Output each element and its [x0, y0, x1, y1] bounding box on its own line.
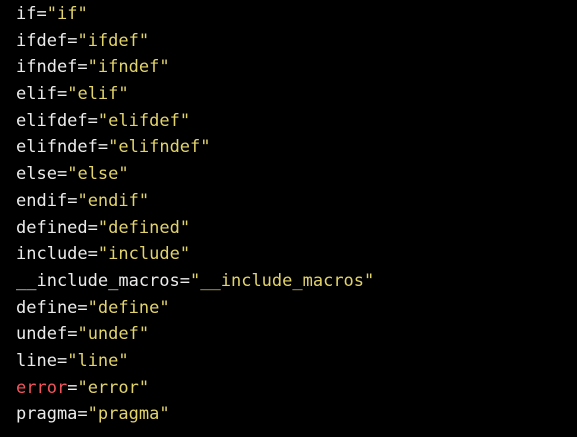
- code-key: error: [16, 377, 68, 398]
- equals-sign: =: [36, 4, 47, 24]
- code-line[interactable]: line="line": [16, 348, 577, 375]
- equals-sign: =: [77, 57, 88, 78]
- string-quote: ": [179, 244, 191, 265]
- code-key: if: [16, 4, 37, 24]
- string-quote: ": [108, 137, 119, 158]
- code-string-value: elifdef: [108, 110, 180, 131]
- string-quote: ": [97, 244, 109, 265]
- code-string-value: define: [97, 297, 160, 318]
- string-quote: ": [118, 84, 129, 105]
- code-string-value: ifdef: [87, 30, 139, 51]
- equals-sign: =: [67, 324, 78, 345]
- code-key: elifdef: [16, 110, 88, 131]
- equals-sign: =: [67, 377, 78, 398]
- code-line[interactable]: defined="defined": [16, 215, 577, 242]
- code-string-value: include: [108, 244, 180, 265]
- code-string-value: elifndef: [118, 137, 201, 158]
- code-string-value: else: [77, 164, 119, 185]
- code-string-value: ifndef: [97, 57, 160, 78]
- equals-sign: =: [87, 244, 98, 265]
- code-line[interactable]: ifdef="ifdef": [16, 28, 577, 55]
- string-quote: ": [67, 164, 78, 185]
- code-key: line: [16, 350, 57, 371]
- code-key: endif: [16, 190, 68, 211]
- string-quote: ": [87, 297, 98, 318]
- code-line[interactable]: elif="elif": [16, 81, 577, 108]
- equals-sign: =: [87, 217, 98, 238]
- code-line[interactable]: elifndef="elifndef": [16, 134, 577, 161]
- string-quote: ": [87, 404, 98, 425]
- string-quote: ": [138, 324, 150, 345]
- code-key: elif: [16, 84, 57, 105]
- code-key: else: [16, 164, 57, 185]
- string-quote: ": [97, 110, 109, 131]
- code-key: include: [16, 244, 88, 265]
- code-string-value: __include_macros: [200, 270, 365, 291]
- string-quote: ": [77, 30, 88, 51]
- code-line[interactable]: define="define": [16, 295, 577, 322]
- code-key: ifdef: [16, 30, 68, 51]
- code-line[interactable]: include="include": [16, 241, 577, 268]
- string-quote: ": [364, 270, 375, 291]
- equals-sign: =: [56, 84, 68, 105]
- code-key: define: [16, 297, 78, 318]
- equals-sign: =: [67, 190, 78, 211]
- code-string-value: line: [77, 350, 119, 371]
- equals-sign: =: [87, 110, 98, 131]
- string-quote: ": [179, 110, 191, 131]
- string-quote: ": [159, 297, 170, 318]
- code-key: undef: [16, 324, 68, 345]
- string-quote: ": [159, 404, 170, 425]
- string-quote: ": [159, 57, 170, 78]
- equals-sign: =: [56, 350, 68, 371]
- code-line[interactable]: if="if": [16, 1, 577, 28]
- string-quote: ": [77, 4, 88, 24]
- equals-sign: =: [97, 137, 109, 158]
- equals-sign: =: [179, 270, 191, 291]
- code-string-value: elif: [77, 84, 119, 105]
- code-string-value: if: [56, 4, 78, 24]
- code-key: __include_macros: [16, 270, 180, 291]
- string-quote: ": [118, 350, 129, 371]
- code-line[interactable]: pragma="pragma": [16, 401, 577, 428]
- code-string-value: undef: [87, 324, 139, 345]
- code-line[interactable]: elifdef="elifdef": [16, 108, 577, 135]
- string-quote: ": [77, 190, 88, 211]
- code-line[interactable]: endif="endif": [16, 188, 577, 215]
- code-line[interactable]: undef="undef": [16, 321, 577, 348]
- string-quote: ": [67, 350, 78, 371]
- string-quote: ": [138, 30, 150, 51]
- string-quote: ": [46, 4, 57, 24]
- string-quote: ": [190, 270, 201, 291]
- string-quote: ": [67, 84, 78, 105]
- equals-sign: =: [77, 404, 88, 425]
- code-string-value: error: [87, 377, 139, 398]
- code-key: pragma: [16, 404, 78, 425]
- string-quote: ": [77, 377, 88, 398]
- string-quote: ": [97, 217, 109, 238]
- string-quote: ": [179, 217, 191, 238]
- string-quote: ": [138, 190, 150, 211]
- code-line[interactable]: error="error": [16, 375, 577, 402]
- code-line[interactable]: __include_macros="__include_macros": [16, 268, 577, 295]
- string-quote: ": [138, 377, 150, 398]
- string-quote: ": [200, 137, 211, 158]
- code-editor[interactable]: if="if" ifdef="ifdef" ifndef="ifndef" elif=…: [0, 0, 577, 437]
- code-key: defined: [16, 217, 88, 238]
- string-quote: ": [87, 57, 98, 78]
- code-string-value: endif: [87, 190, 139, 211]
- equals-sign: =: [77, 297, 88, 318]
- code-line[interactable]: ifndef="ifndef": [16, 54, 577, 81]
- code-key: ifndef: [16, 57, 78, 78]
- code-string-value: pragma: [97, 404, 160, 425]
- equals-sign: =: [56, 164, 68, 185]
- code-string-value: defined: [108, 217, 180, 238]
- code-key: elifndef: [16, 137, 98, 158]
- equals-sign: =: [67, 30, 78, 51]
- code-line[interactable]: else="else": [16, 161, 577, 188]
- string-quote: ": [118, 164, 129, 185]
- string-quote: ": [77, 324, 88, 345]
